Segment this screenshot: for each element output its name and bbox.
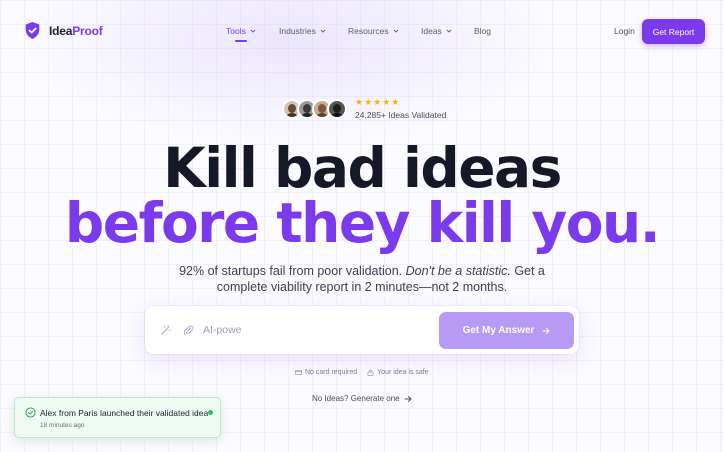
star-icon: ★ <box>364 97 373 107</box>
get-my-answer-button[interactable]: Get My Answer <box>439 312 574 349</box>
generate-idea-link[interactable]: No Ideas? Generate one <box>312 394 412 403</box>
idea-input[interactable] <box>203 320 423 340</box>
headline-line-1: Kill bad ideas <box>163 136 562 200</box>
toast-timestamp: 18 minutes ago <box>40 422 85 429</box>
paperclip-icon[interactable] <box>183 324 194 336</box>
nav-item-blog[interactable]: Blog <box>474 26 491 36</box>
star-icon: ★ <box>373 97 382 107</box>
chevron-down-icon <box>320 29 326 33</box>
hero-subtitle: 92% of startups fail from poor validatio… <box>179 264 545 294</box>
star-rating: ★ ★ ★ ★ ★ <box>355 98 446 107</box>
toast-message: Alex from Paris launched their validated… <box>40 408 209 418</box>
trust-notes: No card required Your idea is safe <box>295 369 429 376</box>
nav-item-ideas[interactable]: Ideas <box>421 26 452 36</box>
chevron-down-icon <box>393 29 398 33</box>
idea-input-card: Get My Answer <box>145 306 579 354</box>
lock-icon <box>367 369 374 376</box>
nav-item-resources[interactable]: Resources <box>348 26 399 36</box>
logo-text: IdeaProof <box>49 23 103 38</box>
star-icon: ★ <box>382 97 391 107</box>
arrow-right-icon <box>542 327 550 334</box>
login-link[interactable]: Login <box>614 26 635 36</box>
credit-card-icon <box>295 370 302 375</box>
navbar: IdeaProof Tools Industries Resources Ide… <box>0 0 724 62</box>
avatar-group <box>282 99 347 119</box>
live-status-dot <box>208 410 213 415</box>
check-circle-icon <box>25 407 36 418</box>
ideas-validated-count: 24,285+ Ideas Validated <box>355 110 447 120</box>
get-report-button[interactable]: Get Report <box>642 19 705 44</box>
logo[interactable]: IdeaProof <box>24 21 103 40</box>
chevron-down-icon <box>250 29 256 33</box>
activity-toast[interactable]: Alex from Paris launched their validated… <box>14 397 221 438</box>
nav-item-industries[interactable]: Industries <box>279 26 326 36</box>
magic-wand-icon[interactable] <box>160 325 171 336</box>
shield-check-icon <box>25 22 40 39</box>
no-card-note: No card required <box>295 369 357 376</box>
active-tab-indicator <box>235 40 247 42</box>
idea-safe-note: Your idea is safe <box>367 369 429 376</box>
proof-text: ★ ★ ★ ★ ★ 24,285+ Ideas Validated <box>355 98 447 121</box>
arrow-right-icon <box>404 395 412 402</box>
star-icon: ★ <box>355 97 364 107</box>
avatar <box>327 99 347 119</box>
chevron-down-icon <box>446 29 452 33</box>
nav-item-tools[interactable]: Tools <box>226 26 256 36</box>
headline-line-2: before they kill you. <box>64 191 661 255</box>
social-proof: ★ ★ ★ ★ ★ 24,285+ Ideas Validated <box>282 98 446 120</box>
star-icon: ★ <box>391 97 400 107</box>
